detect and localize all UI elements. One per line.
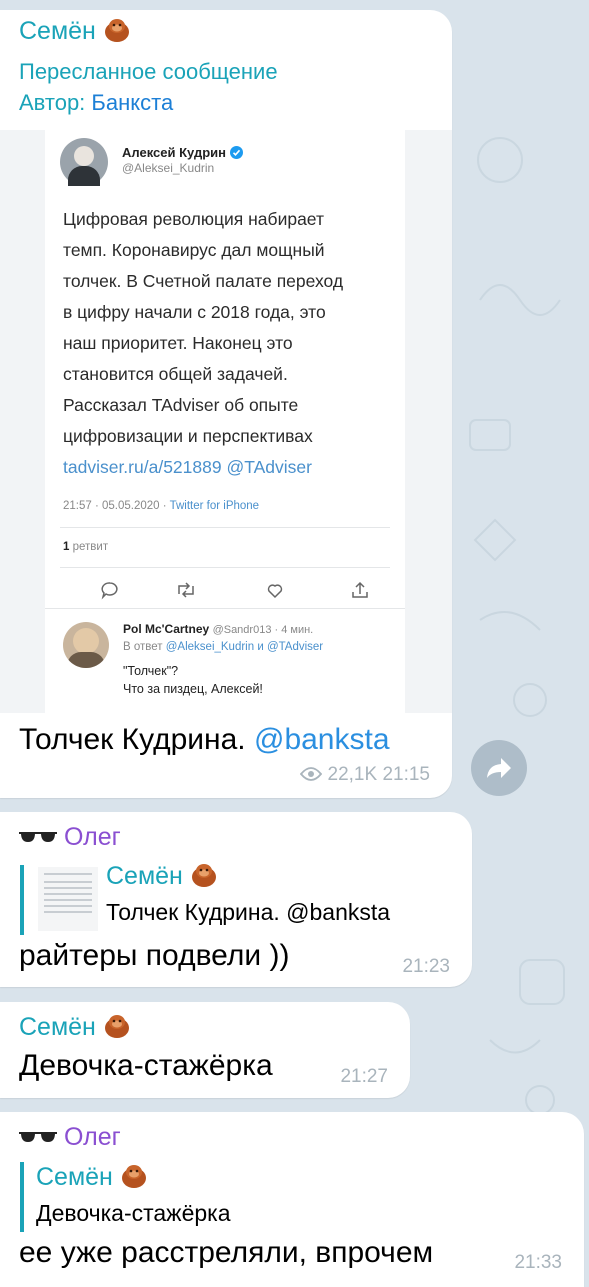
author-prefix: Автор: [19,90,86,115]
tweet-retweets: 1 ретвит [63,541,108,553]
tweet-line: толчек. В Счетной палате переход [63,271,344,291]
sender-name[interactable]: Олег [64,1123,121,1151]
tweet-author-name: Алексей Кудрин [122,145,226,160]
reply-context: В ответ @Aleksei_Kudrin и @TAdviser [123,641,323,653]
retweet-label: ретвит [72,541,109,553]
message-meta: 22,1K 21:15 [300,764,430,786]
retweet-icon [178,582,194,598]
tweet-meta: 21:57 · 05.05.2020 · Twitter for iPhone [63,500,259,512]
divider [45,608,405,609]
message-text-body: Толчек Кудрина. [19,723,246,756]
tweet-screenshot-image[interactable]: Алексей Кудрин @Aleksei_Kudrin Цифровая … [0,130,452,713]
tweet-author-avatar [60,138,108,186]
tweet-timestamp: 21:57 · 05.05.2020 · [63,500,167,512]
tweet-line: наш приоритет. Наконец это [63,333,293,353]
views-eye-icon [300,767,323,781]
tweet-card: Алексей Кудрин @Aleksei_Kudrin Цифровая … [45,130,405,713]
sender-name-row: Олег [19,1122,121,1152]
reply-context-prefix: В ответ [123,641,163,653]
forwarded-label: Пересланное сообщение [19,59,278,84]
tweet-line: Цифровая революция набирает [63,209,324,229]
sender-name[interactable]: Семён [19,17,96,45]
verified-badge-icon [230,146,244,159]
reply-line: "Толчек"? [123,664,179,678]
tweet-line: темп. Коронавирус дал мощный [63,240,325,260]
message-bubble-forwarded[interactable]: Семён Пересланное сообщение Автор: Банкс… [0,10,452,798]
message-text: Толчек Кудрина. @banksta [19,722,390,758]
tweet-line: Рассказал TAdviser об опыте [63,395,299,415]
orangutan-emoji [104,1015,129,1038]
message-text: ее уже расстреляли, впрочем [19,1236,434,1269]
reply-sender-name: Семён [36,1163,113,1191]
mention-link[interactable]: @banksta [254,723,390,756]
orangutan-emoji [104,19,129,42]
message-text: райтеры подвели )) [19,939,290,972]
reply-author-name: Pol Mc'Cartney [123,622,210,636]
reply-context-handles: @Aleksei_Kudrin и @TAdviser [165,641,324,653]
forward-share-button[interactable] [471,740,527,796]
message-time: 21:27 [340,1066,388,1087]
tweet-link: tadviser.ru/a/521889 @TAdviser [63,457,312,477]
orangutan-emoji [191,864,216,887]
tweet-line: цифровизации и перспективах [63,426,313,446]
reply-preview[interactable]: Семён Толчек Кудрина. @banksta [20,862,390,935]
forwarded-author-link[interactable]: Банкста [91,90,173,115]
tweet-line: становится общей задачей. [63,364,288,384]
reply-body: "Толчек"? Что за пиздец, Алексей! [123,662,263,698]
reply-sender-name: Семён [106,862,183,890]
sunglasses-emoji [19,1132,57,1142]
message-text: Девочка-стажёрка [19,1049,273,1082]
reply-line: Что за пиздец, Алексей! [123,682,263,696]
message-bubble-reply[interactable]: Олег Семён Толчек Кудрина. @banksta райт… [0,812,472,987]
sender-name[interactable]: Семён [19,1013,96,1041]
divider [60,567,390,568]
tweet-line: в цифру начали с 2018 года, это [63,302,326,322]
sender-name-row: Семён [19,16,131,46]
orangutan-emoji [121,1165,146,1188]
reply-author-handle: @Sandr013 · 4 мин. [212,624,314,636]
reply-preview[interactable]: Семён Девочка-стажёрка [20,1162,231,1232]
like-icon [267,584,283,599]
reply-quoted-text: Толчек Кудрина. @banksta [106,899,391,925]
sender-name[interactable]: Олег [64,823,121,851]
message-time: 21:15 [382,764,430,785]
views-count: 22,1K [327,764,378,785]
message-time: 21:33 [514,1252,562,1273]
reply-quoted-text: Девочка-стажёрка [36,1200,231,1226]
reply-icon [101,582,118,600]
sunglasses-emoji [19,832,57,842]
tweet-body: Цифровая революция набирает темп. Корона… [63,204,403,483]
forward-arrow-icon [487,758,511,778]
tweet-client: Twitter for iPhone [169,500,260,512]
reply-author-avatar [63,622,109,668]
sender-name-row: Семён [19,1012,131,1042]
retweet-count: 1 [63,541,70,553]
forwarded-author-row: Автор: Банкста [19,88,173,118]
share-icon [352,581,368,598]
message-bubble[interactable]: Семён Девочка-стажёрка 21:27 [0,1002,410,1098]
sender-name-row: Олег [19,822,121,852]
message-bubble-reply[interactable]: Олег Семён Девочка-стажёрка ее уже расст… [0,1112,584,1287]
reply-thumbnail [38,867,98,931]
divider [60,527,390,528]
message-time: 21:23 [402,956,450,977]
tweet-author-handle: @Aleksei_Kudrin [122,161,215,175]
